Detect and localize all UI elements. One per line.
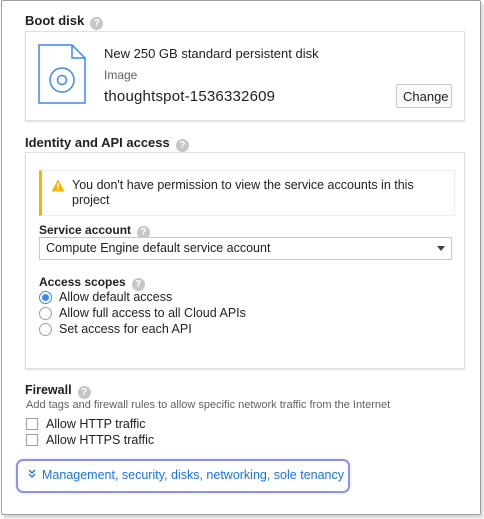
management-expander[interactable]: Management, security, disks, networking,… — [16, 459, 350, 493]
identity-card: You don't have permission to view the se… — [25, 152, 465, 369]
permission-warning: You don't have permission to view the se… — [39, 170, 455, 216]
vm-config-panel: Boot disk? New 250 GB standard persisten… — [1, 0, 481, 515]
scope-option-full[interactable]: Allow full access to all Cloud APIs — [39, 306, 299, 322]
warning-icon — [51, 179, 65, 197]
disk-image-value: thoughtspot-1536332609 — [104, 88, 276, 105]
boot-disk-card: New 250 GB standard persistent disk Imag… — [25, 31, 465, 121]
scope-option-each[interactable]: Set access for each API — [39, 322, 259, 338]
dropdown-caret-icon — [437, 246, 445, 251]
help-icon[interactable]: ? — [90, 17, 104, 30]
management-link[interactable]: Management, security, disks, networking,… — [42, 468, 344, 482]
checkbox[interactable] — [26, 434, 38, 446]
warning-text: You don't have permission to view the se… — [72, 178, 414, 207]
firewall-heading: Firewall? — [25, 383, 91, 399]
checkbox-label: Allow HTTPS traffic — [46, 433, 155, 447]
firewall-title: Firewall — [25, 383, 72, 397]
double-chevron-down-icon — [28, 469, 36, 482]
access-scopes-label: Access scopes — [39, 275, 126, 289]
allow-https-option[interactable]: Allow HTTPS traffic — [26, 433, 186, 449]
disk-image-label: Image — [104, 68, 138, 82]
service-account-value: Compute Engine default service account — [46, 241, 271, 255]
radio-button[interactable] — [39, 323, 52, 336]
access-scopes-heading: Access scopes? — [39, 275, 145, 291]
help-icon[interactable]: ? — [175, 139, 189, 152]
boot-disk-heading: Boot disk? — [25, 13, 104, 30]
disk-image-icon — [38, 44, 86, 109]
allow-http-option[interactable]: Allow HTTP traffic — [26, 417, 186, 433]
firewall-description: Add tags and firewall rules to allow spe… — [26, 399, 391, 411]
service-account-select[interactable]: Compute Engine default service account — [39, 237, 452, 260]
scope-option-default[interactable]: Allow default access — [39, 290, 239, 306]
radio-button[interactable] — [39, 307, 52, 320]
disk-name: New 250 GB standard persistent disk — [104, 46, 319, 61]
checkbox-label: Allow HTTP traffic — [46, 417, 146, 431]
identity-heading: Identity and API access? — [25, 135, 189, 152]
radio-button-selected[interactable] — [39, 291, 52, 304]
service-account-label: Service account — [39, 223, 132, 237]
scope-option-label: Allow default access — [59, 290, 173, 304]
change-button[interactable]: Change — [396, 84, 452, 108]
scope-option-label: Allow full access to all Cloud APIs — [59, 306, 246, 320]
identity-title: Identity and API access — [25, 135, 170, 150]
checkbox[interactable] — [26, 418, 38, 430]
boot-disk-title: Boot disk — [25, 13, 85, 28]
scope-option-label: Set access for each API — [59, 322, 192, 336]
help-icon[interactable]: ? — [77, 386, 91, 399]
